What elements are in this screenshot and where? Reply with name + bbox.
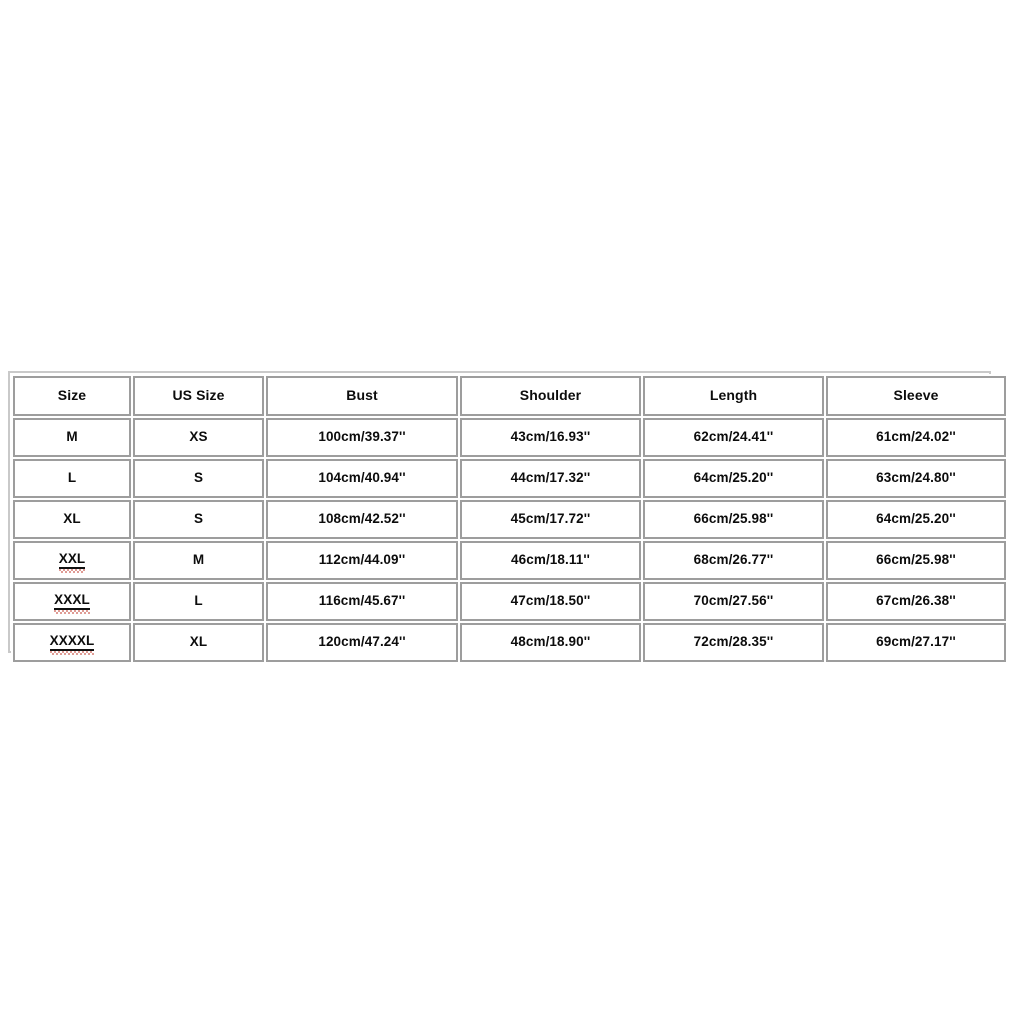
size-label: XXXL [54,592,90,615]
cell-sleeve: 66cm/25.98'' [826,541,1006,580]
cell-size: XXXL [13,582,131,621]
cell-bust: 108cm/42.52'' [266,500,458,539]
column-header-shoulder: Shoulder [460,376,641,416]
cell-size: XXL [13,541,131,580]
cell-us_size: XS [133,418,264,457]
size-chart-header: Size US Size Bust Shoulder Length Sleeve [13,376,1006,416]
cell-us_size: S [133,500,264,539]
table-row: M XS 100cm/39.37'' 43cm/16.93'' 62cm/24.41''… [13,418,1006,457]
size-label: L [67,469,77,485]
size-label: XL [63,510,81,526]
cell-length: 64cm/25.20'' [643,459,824,498]
cell-us_size: XL [133,623,264,662]
cell-shoulder: 47cm/18.50'' [460,582,641,621]
cell-us_size: L [133,582,264,621]
size-chart-body: M XS 100cm/39.37'' 43cm/16.93'' 62cm/24.41''… [13,418,1006,662]
cell-us_size: S [133,459,264,498]
cell-bust: 112cm/44.09'' [266,541,458,580]
cell-shoulder: 48cm/18.90'' [460,623,641,662]
table-row: XXXL L 116cm/45.67'' 47cm/18.50'' 70cm/27.56… [13,582,1006,621]
cell-sleeve: 64cm/25.20'' [826,500,1006,539]
column-header-size: Size [13,376,131,416]
size-chart-frame: Size US Size Bust Shoulder Length Sleeve… [8,371,1008,664]
size-chart-table: Size US Size Bust Shoulder Length Sleeve… [11,374,1008,664]
cell-length: 66cm/25.98'' [643,500,824,539]
cell-bust: 120cm/47.24'' [266,623,458,662]
cell-length: 62cm/24.41'' [643,418,824,457]
size-label: M [66,428,78,444]
column-header-bust: Bust [266,376,458,416]
cell-length: 68cm/26.77'' [643,541,824,580]
cell-shoulder: 45cm/17.72'' [460,500,641,539]
cell-size: L [13,459,131,498]
cell-bust: 100cm/39.37'' [266,418,458,457]
table-row: XXL M 112cm/44.09'' 46cm/18.11'' 68cm/26.77'… [13,541,1006,580]
cell-shoulder: 44cm/17.32'' [460,459,641,498]
cell-sleeve: 67cm/26.38'' [826,582,1006,621]
cell-size: XXXXL [13,623,131,662]
cell-shoulder: 43cm/16.93'' [460,418,641,457]
size-label: XXXXL [49,633,95,656]
cell-size: XL [13,500,131,539]
cell-size: M [13,418,131,457]
cell-length: 70cm/27.56'' [643,582,824,621]
cell-length: 72cm/28.35'' [643,623,824,662]
table-row: XXXXL XL 120cm/47.24'' 48cm/18.90'' 72cm/28.… [13,623,1006,662]
size-label: XXL [58,551,86,574]
table-row: XL S 108cm/42.52'' 45cm/17.72'' 66cm/25.98''… [13,500,1006,539]
cell-shoulder: 46cm/18.11'' [460,541,641,580]
page-canvas: Size US Size Bust Shoulder Length Sleeve… [0,0,1024,1024]
table-row: L S 104cm/40.94'' 44cm/17.32'' 64cm/25.20'' 6… [13,459,1006,498]
column-header-sleeve: Sleeve [826,376,1006,416]
cell-bust: 104cm/40.94'' [266,459,458,498]
cell-us_size: M [133,541,264,580]
table-header-row: Size US Size Bust Shoulder Length Sleeve [13,376,1006,416]
column-header-length: Length [643,376,824,416]
cell-bust: 116cm/45.67'' [266,582,458,621]
cell-sleeve: 69cm/27.17'' [826,623,1006,662]
cell-sleeve: 63cm/24.80'' [826,459,1006,498]
cell-sleeve: 61cm/24.02'' [826,418,1006,457]
column-header-us-size: US Size [133,376,264,416]
